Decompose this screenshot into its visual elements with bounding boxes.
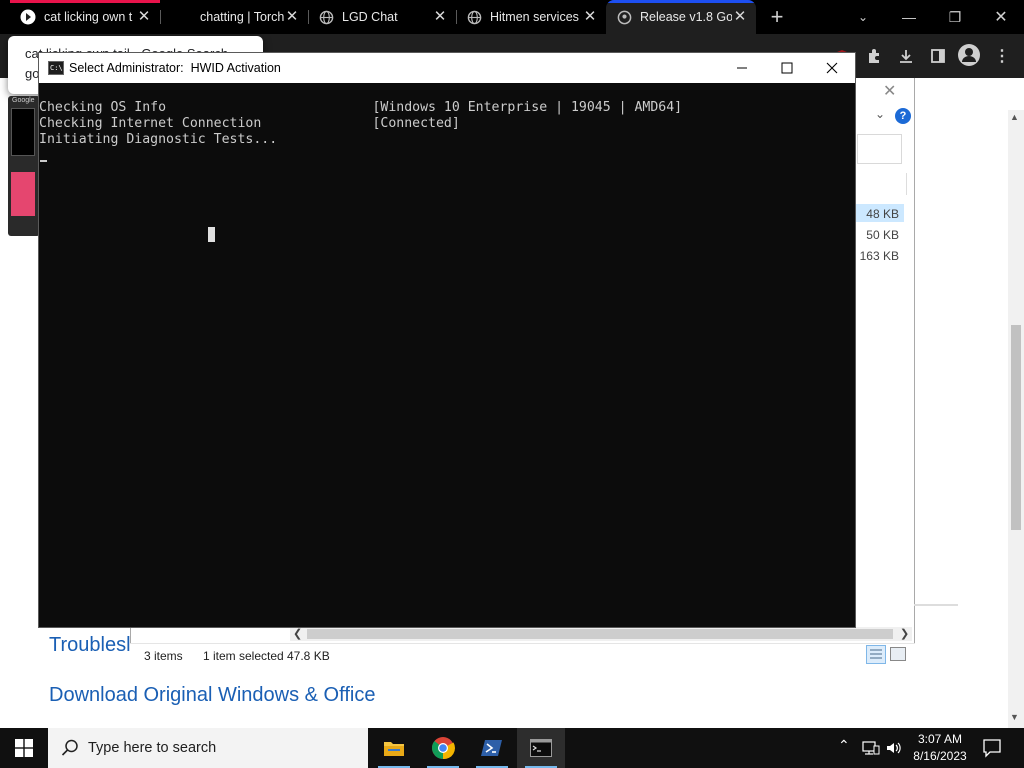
search-field[interactable]: [857, 134, 902, 164]
tab-audio-accent: [10, 0, 160, 3]
tab-title: cat licking own t: [44, 10, 133, 24]
chevron-right-icon[interactable]: ❯: [900, 627, 909, 640]
scroll-up-arrow-icon[interactable]: ▲: [1010, 112, 1019, 122]
column-divider: [906, 173, 907, 195]
tab-lgd-chat[interactable]: LGD Chat ✕: [308, 0, 456, 34]
troubleshoot-link[interactable]: Troublesl: [49, 634, 131, 657]
taskbar-search-box[interactable]: Type here to search: [48, 728, 368, 768]
thumbnail-image-1: [11, 108, 35, 156]
explorer-horizontal-scrollbar[interactable]: ❮ ❯: [290, 627, 912, 641]
explorer-status-bar: 3 items 1 item selected 47.8 KB: [130, 643, 915, 666]
page-scrollbar-thumb[interactable]: [1011, 325, 1021, 530]
close-window-icon[interactable]: ✕: [978, 0, 1024, 34]
console-title: Select Administrator: HWID Activation: [69, 61, 281, 75]
taskbar-powershell[interactable]: [468, 728, 516, 768]
console-line-diagnostic: Initiating Diagnostic Tests...: [39, 132, 278, 147]
close-tab-icon[interactable]: ✕: [284, 9, 300, 25]
minimize-button[interactable]: [719, 53, 765, 83]
download-icon[interactable]: [896, 46, 916, 66]
download-windows-office-link[interactable]: Download Original Windows & Office: [49, 684, 375, 707]
thumbnail-label: Google: [12, 97, 35, 104]
console-line-os-info: Checking OS Info [Windows 10 Enterprise …: [39, 100, 683, 115]
tab-title: LGD Chat: [342, 10, 398, 24]
profile-avatar-icon[interactable]: [958, 44, 980, 66]
close-tab-icon[interactable]: ✕: [136, 9, 152, 25]
volume-icon[interactable]: [886, 740, 902, 761]
powershell-icon: [481, 740, 502, 756]
globe-icon: [466, 9, 482, 25]
browser-tab-strip: cat licking own t ✕ chatting | Torch! ✕ …: [0, 0, 1024, 34]
terminal-icon: [530, 739, 552, 757]
status-item-count: 3 items: [144, 649, 183, 663]
tab-accent: [606, 0, 756, 3]
large-icons-view-icon[interactable]: [890, 647, 906, 661]
tab-release-v1-8[interactable]: Release v1.8 Go ✕: [606, 0, 756, 34]
horizontal-scrollbar-thumb[interactable]: [307, 629, 893, 639]
console-line-internet: Checking Internet Connection [Connected]: [39, 116, 460, 131]
extensions-icon[interactable]: [864, 46, 884, 66]
network-icon[interactable]: [862, 740, 880, 761]
close-tab-icon[interactable]: ✕: [432, 9, 448, 25]
close-icon[interactable]: ✕: [883, 81, 896, 101]
google-icon: [20, 9, 36, 25]
taskbar-file-explorer[interactable]: [370, 728, 418, 768]
tab-title: chatting | Torch!: [200, 10, 284, 24]
show-hidden-icons-chevron-icon[interactable]: ⌃: [838, 737, 850, 754]
file-explorer-icon: [384, 742, 404, 756]
tab-cat-licking[interactable]: cat licking own t ✕: [10, 0, 160, 34]
close-tab-icon[interactable]: ✕: [732, 9, 748, 25]
chevron-left-icon[interactable]: ❮: [293, 627, 302, 640]
taskbar-clock[interactable]: 3:07 AM 8/16/2023: [906, 731, 974, 765]
tab-search-chevron-icon[interactable]: ⌄: [840, 0, 886, 34]
windows-logo-icon: [15, 739, 33, 757]
search-icon: [61, 739, 78, 756]
minimize-icon[interactable]: —: [886, 0, 932, 34]
blank-page-icon: [176, 9, 192, 25]
tab-preview-thumbnail: Google: [8, 96, 40, 236]
menu-kebab-icon[interactable]: ⋮: [992, 46, 1012, 66]
new-tab-button[interactable]: +: [754, 0, 800, 34]
clock-date: 8/16/2023: [913, 749, 967, 763]
console-title-bar[interactable]: C:\ Select Administrator: HWID Activatio…: [39, 53, 855, 83]
status-selected-count: 1 item selected: [203, 649, 284, 663]
tab-chatting-torch[interactable]: chatting | Torch! ✕: [160, 0, 308, 34]
taskbar-terminal[interactable]: [517, 728, 565, 768]
chevron-down-icon[interactable]: ⌄: [875, 107, 885, 121]
page-scrollbar[interactable]: [1008, 110, 1024, 728]
command-prompt-icon: C:\: [48, 61, 64, 75]
taskbar: Type here to search ⌃ 3:07 AM 8/16/2023: [0, 728, 1024, 768]
notifications-icon[interactable]: [982, 738, 1002, 763]
maximize-button[interactable]: [764, 53, 810, 83]
thumbnail-image-2: [11, 172, 35, 216]
scroll-down-arrow-icon[interactable]: ▼: [1010, 712, 1019, 722]
restore-icon[interactable]: ❐: [932, 0, 978, 34]
globe-icon: [318, 9, 334, 25]
close-button[interactable]: [809, 53, 855, 83]
chrome-icon: [432, 737, 455, 760]
divider-line: [914, 604, 958, 606]
tab-title: Release v1.8 Go: [640, 10, 732, 24]
tab-title: Hitmen services: [490, 10, 579, 24]
search-placeholder: Type here to search: [88, 740, 217, 756]
help-icon[interactable]: ?: [895, 108, 911, 124]
details-view-icon[interactable]: [866, 645, 886, 664]
github-icon: [616, 9, 632, 25]
taskbar-chrome[interactable]: [419, 728, 467, 768]
tab-hitmen-services[interactable]: Hitmen services ✕: [456, 0, 606, 34]
side-panel-icon[interactable]: [928, 46, 948, 66]
clock-time: 3:07 AM: [917, 732, 963, 746]
console-text-cursor: [40, 160, 47, 162]
mouse-text-cursor: [208, 227, 215, 242]
close-tab-icon[interactable]: ✕: [582, 9, 598, 25]
status-selected-size: 47.8 KB: [287, 649, 330, 663]
console-window[interactable]: C:\ Select Administrator: HWID Activatio…: [38, 52, 856, 628]
start-button[interactable]: [0, 728, 48, 768]
